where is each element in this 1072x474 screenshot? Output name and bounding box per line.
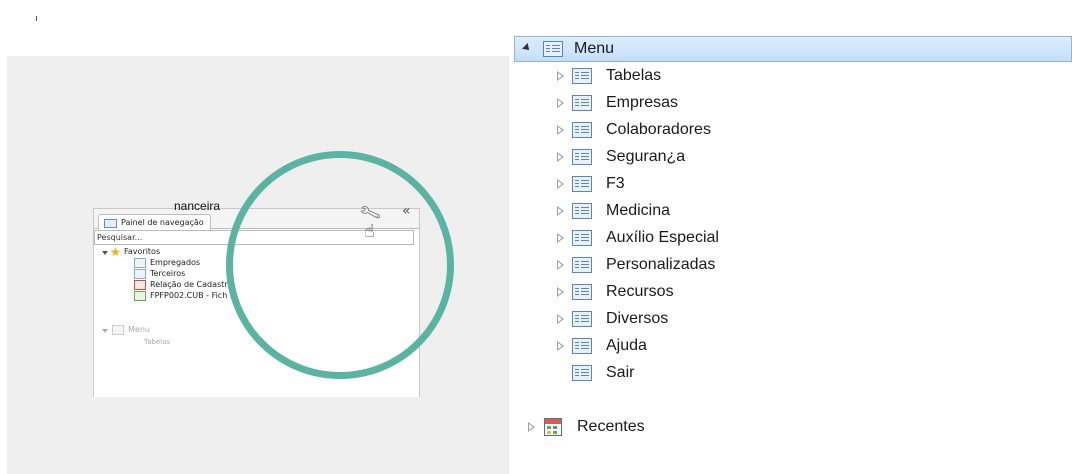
menu-icon xyxy=(112,325,124,335)
collapse-arrow-icon[interactable] xyxy=(522,43,532,53)
table-icon xyxy=(572,122,592,138)
expand-arrow-icon[interactable] xyxy=(557,206,564,216)
table-icon xyxy=(572,176,592,192)
expand-arrow-icon[interactable] xyxy=(557,233,564,243)
expand-arrow-icon[interactable] xyxy=(557,98,564,108)
tree-item[interactable]: Colaboradores xyxy=(514,117,1072,143)
tree-item-label: Empresas xyxy=(606,94,679,111)
favorite-item[interactable]: Relação de Cadastr xyxy=(150,280,228,290)
table-icon xyxy=(572,338,592,354)
favorites-label[interactable]: Favoritos xyxy=(124,247,160,257)
expand-arrow-icon[interactable] xyxy=(528,422,535,432)
panel-tab[interactable]: Painel de navegação xyxy=(98,214,211,230)
tree-item-label: Auxílio Especial xyxy=(606,229,719,246)
tree-item[interactable]: Personalizadas xyxy=(514,252,1072,278)
tree-item-label: F3 xyxy=(606,175,625,192)
stray-mark xyxy=(36,16,37,21)
menu-child[interactable]: Tabelas xyxy=(144,337,170,347)
tree-root-label: Menu xyxy=(574,40,615,57)
tree-item[interactable]: F3 xyxy=(514,171,1072,197)
tree-item[interactable]: Empresas xyxy=(514,90,1072,116)
expand-arrow-icon[interactable] xyxy=(557,314,564,324)
expand-arrow-icon[interactable] xyxy=(557,287,564,297)
partial-text: nanceira xyxy=(174,199,221,213)
tree-item[interactable]: Seguran¿a xyxy=(514,144,1072,170)
tree-item[interactable]: Tabelas xyxy=(514,63,1072,89)
tree-item-label: Colaboradores xyxy=(606,121,711,138)
expand-arrow-icon[interactable] xyxy=(557,341,564,351)
calendar-icon xyxy=(544,418,562,436)
cube-icon xyxy=(134,291,146,301)
tree-item[interactable]: Sair xyxy=(514,360,1072,386)
tree-item-label: Sair xyxy=(606,364,635,381)
expand-arrow-icon[interactable] xyxy=(557,152,564,162)
tree-item[interactable]: Diversos xyxy=(514,306,1072,332)
table-icon xyxy=(572,257,592,273)
favorite-item[interactable]: Empregados xyxy=(150,258,200,268)
favorite-item[interactable]: Terceiros xyxy=(150,269,185,279)
table-icon xyxy=(572,149,592,165)
expand-arrow-icon[interactable] xyxy=(557,125,564,135)
table-icon xyxy=(572,230,592,246)
expand-arrow-icon[interactable] xyxy=(557,260,564,270)
expand-arrow-icon[interactable] xyxy=(557,71,564,81)
star-icon: ★ xyxy=(110,245,121,259)
expand-arrow-icon[interactable] xyxy=(557,179,564,189)
panel-tab-label: Painel de navegação xyxy=(121,218,204,227)
table-icon xyxy=(572,284,592,300)
tree-recent-label: Recentes xyxy=(577,418,645,435)
table-icon xyxy=(134,269,146,279)
table-icon xyxy=(572,203,592,219)
tree-item[interactable]: Medicina xyxy=(514,198,1072,224)
tree-item[interactable]: Recursos xyxy=(514,279,1072,305)
tree-item-label: Tabelas xyxy=(606,67,662,84)
table-icon xyxy=(572,95,592,111)
table-icon xyxy=(572,365,592,381)
table-icon xyxy=(134,258,146,268)
table-icon xyxy=(572,311,592,327)
report-icon xyxy=(134,280,146,290)
expand-arrow-icon[interactable] xyxy=(102,329,108,333)
tree-root-recent[interactable]: Recentes xyxy=(514,414,1072,440)
table-icon xyxy=(543,41,563,57)
table-icon xyxy=(572,68,592,84)
tree-item-label: Recursos xyxy=(606,283,674,300)
tree-item[interactable]: Auxílio Especial xyxy=(514,225,1072,251)
tree-item-label: Seguran¿a xyxy=(606,148,686,165)
tree-item-label: Medicina xyxy=(606,202,671,219)
menu-label[interactable]: Menu xyxy=(128,325,150,335)
tree-root-menu[interactable]: Menu xyxy=(514,36,1072,62)
menu-tree: Menu Tabelas Empresas Colaboradores Segu… xyxy=(514,36,1072,474)
navigation-panel-illustration: Painel de navegação Pesquisar... ★ Favor… xyxy=(7,56,509,474)
expand-arrow-icon[interactable] xyxy=(102,251,108,255)
tree-item[interactable]: Ajuda xyxy=(514,333,1072,359)
favorite-item[interactable]: FPFP002.CUB - Fich xyxy=(150,291,227,301)
panel-icon xyxy=(104,219,117,228)
highlight-circle xyxy=(226,151,454,379)
tree-item-label: Diversos xyxy=(606,310,669,327)
tree-item-label: Ajuda xyxy=(606,337,647,354)
tree-item-label: Personalizadas xyxy=(606,256,716,273)
